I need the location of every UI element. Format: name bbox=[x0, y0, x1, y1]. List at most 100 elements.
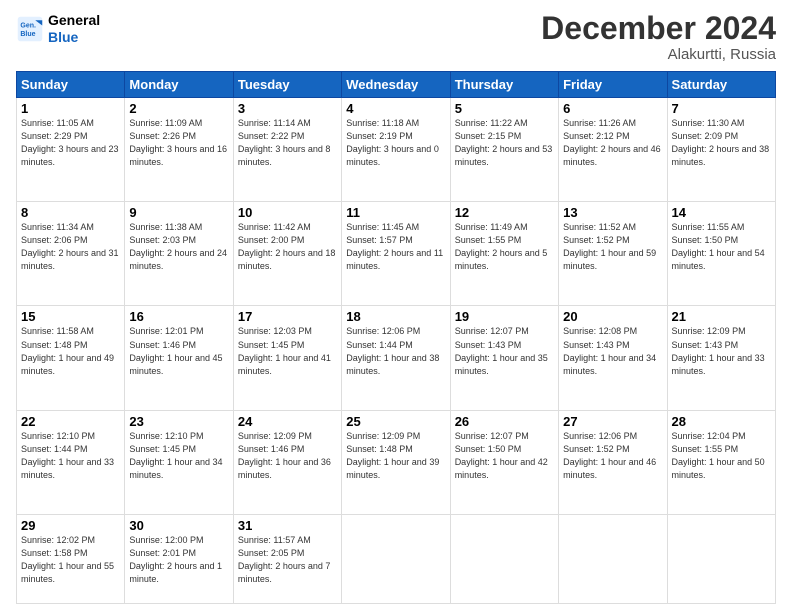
logo-icon: Gen. Blue bbox=[16, 15, 44, 43]
table-row: 13Sunrise: 11:52 AMSunset: 1:52 PMDaylig… bbox=[559, 202, 667, 306]
header-saturday: Saturday bbox=[667, 72, 775, 98]
day-info: Sunrise: 11:58 AMSunset: 1:48 PMDaylight… bbox=[21, 325, 120, 377]
table-row: 5Sunrise: 11:22 AMSunset: 2:15 PMDayligh… bbox=[450, 98, 558, 202]
day-info: Sunrise: 11:09 AMSunset: 2:26 PMDaylight… bbox=[129, 117, 228, 169]
day-number: 12 bbox=[455, 205, 554, 220]
table-row: 2Sunrise: 11:09 AMSunset: 2:26 PMDayligh… bbox=[125, 98, 233, 202]
day-info: Sunrise: 12:03 PMSunset: 1:45 PMDaylight… bbox=[238, 325, 337, 377]
day-number: 4 bbox=[346, 101, 445, 116]
day-number: 26 bbox=[455, 414, 554, 429]
day-number: 15 bbox=[21, 309, 120, 324]
calendar-week-2: 8Sunrise: 11:34 AMSunset: 2:06 PMDayligh… bbox=[17, 202, 776, 306]
table-row: 26Sunrise: 12:07 PMSunset: 1:50 PMDaylig… bbox=[450, 410, 558, 514]
day-number: 23 bbox=[129, 414, 228, 429]
day-info: Sunrise: 11:22 AMSunset: 2:15 PMDaylight… bbox=[455, 117, 554, 169]
day-number: 3 bbox=[238, 101, 337, 116]
svg-text:Gen.: Gen. bbox=[20, 22, 36, 29]
day-number: 14 bbox=[672, 205, 771, 220]
day-number: 19 bbox=[455, 309, 554, 324]
day-number: 5 bbox=[455, 101, 554, 116]
day-number: 9 bbox=[129, 205, 228, 220]
day-info: Sunrise: 12:09 PMSunset: 1:43 PMDaylight… bbox=[672, 325, 771, 377]
day-info: Sunrise: 11:55 AMSunset: 1:50 PMDaylight… bbox=[672, 221, 771, 273]
table-row: 7Sunrise: 11:30 AMSunset: 2:09 PMDayligh… bbox=[667, 98, 775, 202]
day-info: Sunrise: 11:18 AMSunset: 2:19 PMDaylight… bbox=[346, 117, 445, 169]
day-number: 1 bbox=[21, 101, 120, 116]
table-row: 28Sunrise: 12:04 PMSunset: 1:55 PMDaylig… bbox=[667, 410, 775, 514]
logo: Gen. Blue General Blue bbox=[16, 12, 100, 46]
table-row: 12Sunrise: 11:49 AMSunset: 1:55 PMDaylig… bbox=[450, 202, 558, 306]
logo-text: General Blue bbox=[48, 12, 100, 46]
table-row: 31Sunrise: 11:57 AMSunset: 2:05 PMDaylig… bbox=[233, 514, 341, 603]
svg-text:Blue: Blue bbox=[20, 31, 35, 38]
day-info: Sunrise: 12:00 PMSunset: 2:01 PMDaylight… bbox=[129, 534, 228, 586]
table-row: 10Sunrise: 11:42 AMSunset: 2:00 PMDaylig… bbox=[233, 202, 341, 306]
day-info: Sunrise: 11:42 AMSunset: 2:00 PMDaylight… bbox=[238, 221, 337, 273]
table-row: 29Sunrise: 12:02 PMSunset: 1:58 PMDaylig… bbox=[17, 514, 125, 603]
day-info: Sunrise: 12:10 PMSunset: 1:44 PMDaylight… bbox=[21, 430, 120, 482]
table-row: 17Sunrise: 12:03 PMSunset: 1:45 PMDaylig… bbox=[233, 306, 341, 410]
day-info: Sunrise: 11:30 AMSunset: 2:09 PMDaylight… bbox=[672, 117, 771, 169]
day-number: 29 bbox=[21, 518, 120, 533]
table-row: 16Sunrise: 12:01 PMSunset: 1:46 PMDaylig… bbox=[125, 306, 233, 410]
day-info: Sunrise: 11:26 AMSunset: 2:12 PMDaylight… bbox=[563, 117, 662, 169]
table-row bbox=[667, 514, 775, 603]
day-number: 21 bbox=[672, 309, 771, 324]
table-row: 19Sunrise: 12:07 PMSunset: 1:43 PMDaylig… bbox=[450, 306, 558, 410]
day-info: Sunrise: 12:04 PMSunset: 1:55 PMDaylight… bbox=[672, 430, 771, 482]
table-row: 3Sunrise: 11:14 AMSunset: 2:22 PMDayligh… bbox=[233, 98, 341, 202]
day-info: Sunrise: 11:49 AMSunset: 1:55 PMDaylight… bbox=[455, 221, 554, 273]
day-number: 28 bbox=[672, 414, 771, 429]
day-info: Sunrise: 11:45 AMSunset: 1:57 PMDaylight… bbox=[346, 221, 445, 273]
header-tuesday: Tuesday bbox=[233, 72, 341, 98]
day-number: 16 bbox=[129, 309, 228, 324]
table-row: 14Sunrise: 11:55 AMSunset: 1:50 PMDaylig… bbox=[667, 202, 775, 306]
table-row bbox=[450, 514, 558, 603]
table-row: 27Sunrise: 12:06 PMSunset: 1:52 PMDaylig… bbox=[559, 410, 667, 514]
day-number: 20 bbox=[563, 309, 662, 324]
table-row: 30Sunrise: 12:00 PMSunset: 2:01 PMDaylig… bbox=[125, 514, 233, 603]
header-monday: Monday bbox=[125, 72, 233, 98]
day-info: Sunrise: 12:08 PMSunset: 1:43 PMDaylight… bbox=[563, 325, 662, 377]
table-row: 23Sunrise: 12:10 PMSunset: 1:45 PMDaylig… bbox=[125, 410, 233, 514]
calendar-week-5: 29Sunrise: 12:02 PMSunset: 1:58 PMDaylig… bbox=[17, 514, 776, 603]
header-thursday: Thursday bbox=[450, 72, 558, 98]
table-row: 18Sunrise: 12:06 PMSunset: 1:44 PMDaylig… bbox=[342, 306, 450, 410]
day-info: Sunrise: 11:34 AMSunset: 2:06 PMDaylight… bbox=[21, 221, 120, 273]
day-info: Sunrise: 12:07 PMSunset: 1:43 PMDaylight… bbox=[455, 325, 554, 377]
day-number: 11 bbox=[346, 205, 445, 220]
table-row: 6Sunrise: 11:26 AMSunset: 2:12 PMDayligh… bbox=[559, 98, 667, 202]
calendar-week-4: 22Sunrise: 12:10 PMSunset: 1:44 PMDaylig… bbox=[17, 410, 776, 514]
calendar-page: Gen. Blue General Blue December 2024 Ala… bbox=[0, 0, 792, 612]
day-info: Sunrise: 12:07 PMSunset: 1:50 PMDaylight… bbox=[455, 430, 554, 482]
table-row: 1Sunrise: 11:05 AMSunset: 2:29 PMDayligh… bbox=[17, 98, 125, 202]
header-wednesday: Wednesday bbox=[342, 72, 450, 98]
day-number: 30 bbox=[129, 518, 228, 533]
day-number: 2 bbox=[129, 101, 228, 116]
day-number: 27 bbox=[563, 414, 662, 429]
day-info: Sunrise: 12:06 PMSunset: 1:52 PMDaylight… bbox=[563, 430, 662, 482]
day-info: Sunrise: 11:14 AMSunset: 2:22 PMDaylight… bbox=[238, 117, 337, 169]
day-number: 25 bbox=[346, 414, 445, 429]
day-info: Sunrise: 11:52 AMSunset: 1:52 PMDaylight… bbox=[563, 221, 662, 273]
table-row: 20Sunrise: 12:08 PMSunset: 1:43 PMDaylig… bbox=[559, 306, 667, 410]
table-row bbox=[559, 514, 667, 603]
table-row: 25Sunrise: 12:09 PMSunset: 1:48 PMDaylig… bbox=[342, 410, 450, 514]
day-number: 8 bbox=[21, 205, 120, 220]
day-info: Sunrise: 12:01 PMSunset: 1:46 PMDaylight… bbox=[129, 325, 228, 377]
table-row: 21Sunrise: 12:09 PMSunset: 1:43 PMDaylig… bbox=[667, 306, 775, 410]
table-row: 22Sunrise: 12:10 PMSunset: 1:44 PMDaylig… bbox=[17, 410, 125, 514]
day-info: Sunrise: 12:09 PMSunset: 1:48 PMDaylight… bbox=[346, 430, 445, 482]
calendar-week-1: 1Sunrise: 11:05 AMSunset: 2:29 PMDayligh… bbox=[17, 98, 776, 202]
day-number: 31 bbox=[238, 518, 337, 533]
header-sunday: Sunday bbox=[17, 72, 125, 98]
table-row: 11Sunrise: 11:45 AMSunset: 1:57 PMDaylig… bbox=[342, 202, 450, 306]
calendar-week-3: 15Sunrise: 11:58 AMSunset: 1:48 PMDaylig… bbox=[17, 306, 776, 410]
month-title: December 2024 bbox=[541, 12, 776, 44]
calendar-table: Sunday Monday Tuesday Wednesday Thursday… bbox=[16, 71, 776, 604]
calendar-header-row: Sunday Monday Tuesday Wednesday Thursday… bbox=[17, 72, 776, 98]
day-number: 7 bbox=[672, 101, 771, 116]
header-friday: Friday bbox=[559, 72, 667, 98]
table-row bbox=[342, 514, 450, 603]
table-row: 4Sunrise: 11:18 AMSunset: 2:19 PMDayligh… bbox=[342, 98, 450, 202]
